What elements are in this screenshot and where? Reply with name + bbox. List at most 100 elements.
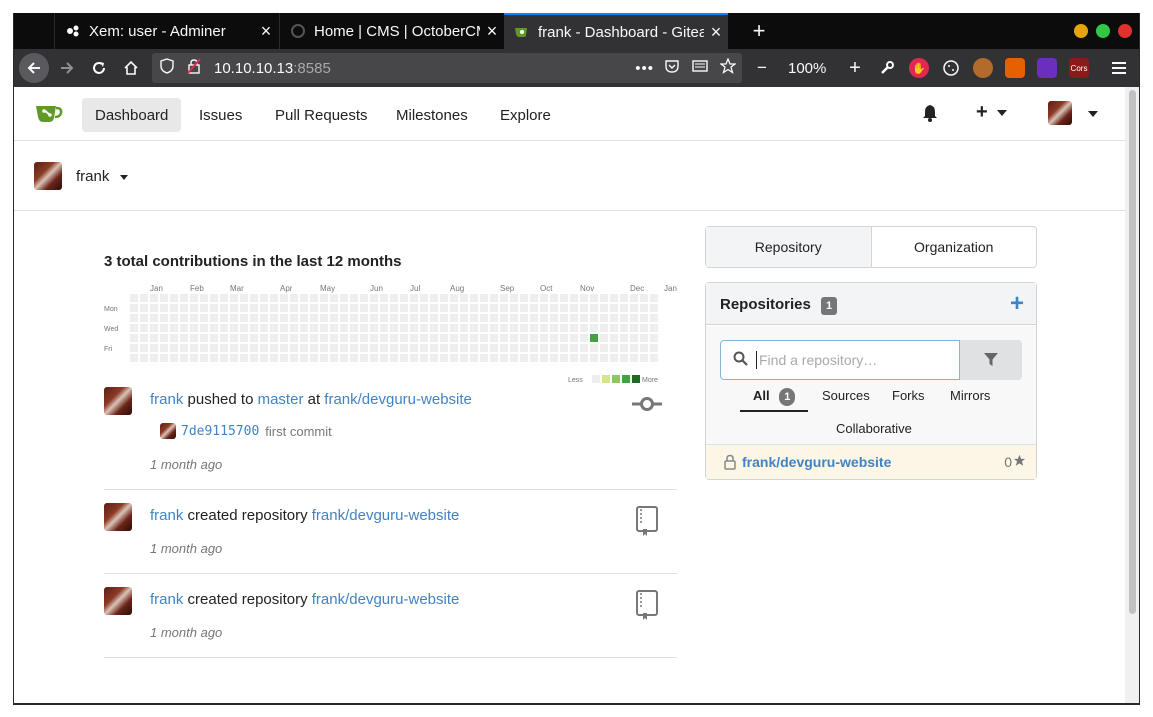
- contribution-cell: [330, 294, 338, 302]
- browser-tab-octobercms[interactable]: Home | CMS | OctoberCMS ×: [279, 13, 504, 49]
- wappalyzer-extension-icon[interactable]: [1037, 58, 1057, 78]
- reader-view-icon[interactable]: [692, 58, 708, 78]
- contribution-cell: [360, 354, 368, 362]
- repo-link[interactable]: frank/devguru-website: [324, 391, 472, 408]
- nav-milestones[interactable]: Milestones: [383, 98, 481, 132]
- zoom-out-button[interactable]: −: [747, 53, 777, 83]
- maximize-button[interactable]: [1096, 24, 1110, 38]
- contribution-cell: [170, 294, 178, 302]
- create-new-button[interactable]: +: [976, 101, 1008, 124]
- contribution-cell: [420, 324, 428, 332]
- foxyproxy-extension-icon[interactable]: [1005, 58, 1025, 78]
- reload-button[interactable]: [84, 53, 114, 83]
- contribution-cell: [240, 324, 248, 332]
- new-tab-button[interactable]: +: [744, 13, 774, 49]
- contribution-cell: [210, 314, 218, 322]
- address-bar[interactable]: 10.10.10.13:8585 •••: [152, 53, 742, 83]
- wrench-icon[interactable]: [872, 53, 902, 83]
- repo-filter-forks[interactable]: Forks: [892, 388, 925, 403]
- contribution-cell: [540, 334, 548, 342]
- contribution-cell: [210, 294, 218, 302]
- contribution-cell: [620, 324, 628, 332]
- contribution-cell: [270, 324, 278, 332]
- contribution-cell: [410, 344, 418, 352]
- nav-dashboard[interactable]: Dashboard: [82, 98, 182, 132]
- home-button[interactable]: [116, 53, 146, 83]
- cookie-editor-extension-icon[interactable]: [973, 58, 993, 78]
- chevron-down-icon[interactable]: [1088, 111, 1098, 117]
- contribution-cell: [480, 314, 488, 322]
- user-avatar-menu[interactable]: [1048, 101, 1072, 125]
- tab-repository[interactable]: Repository: [706, 227, 872, 267]
- context-user-switcher[interactable]: frank: [76, 168, 128, 185]
- pocket-icon[interactable]: [664, 58, 680, 78]
- contribution-cell: [570, 344, 578, 352]
- repo-item-name[interactable]: frank/devguru-website: [742, 454, 891, 470]
- repo-link[interactable]: frank/devguru-website: [312, 507, 460, 524]
- cors-extension-icon[interactable]: Cors: [1069, 58, 1089, 78]
- hamburger-menu-icon[interactable]: [1104, 53, 1134, 83]
- contribution-cell: [590, 314, 598, 322]
- nav-pull-requests[interactable]: Pull Requests: [262, 98, 381, 132]
- commit-sha-link[interactable]: 7de9115700: [181, 424, 259, 439]
- contribution-cell: [150, 344, 158, 352]
- tab-organization[interactable]: Organization: [872, 227, 1037, 267]
- scrollbar-thumb[interactable]: [1129, 90, 1136, 614]
- repo-filter-mirrors[interactable]: Mirrors: [950, 388, 990, 403]
- forward-button[interactable]: [52, 53, 82, 83]
- repo-filter-all[interactable]: All 1: [740, 388, 808, 412]
- contribution-cell: [400, 324, 408, 332]
- close-icon[interactable]: ×: [254, 21, 278, 42]
- window-close-button[interactable]: [1118, 24, 1132, 38]
- close-icon[interactable]: ×: [480, 21, 504, 42]
- repo-filter-sources[interactable]: Sources: [822, 388, 870, 403]
- contribution-cell: [300, 344, 308, 352]
- repo-search-field[interactable]: Find a repository…: [720, 340, 960, 380]
- minimize-button[interactable]: [1074, 24, 1088, 38]
- back-button[interactable]: [19, 53, 49, 83]
- nav-explore[interactable]: Explore: [487, 98, 564, 132]
- contribution-cell: [550, 314, 558, 322]
- contribution-cell: [260, 354, 268, 362]
- ublock-extension-icon[interactable]: ✋: [909, 58, 929, 78]
- page-actions-button[interactable]: •••: [635, 60, 654, 77]
- contribution-cell: [510, 304, 518, 312]
- contribution-cell: [640, 304, 648, 312]
- contribution-cell: [410, 314, 418, 322]
- repo-item-stars: 0: [1004, 454, 1012, 470]
- browser-tab-adminer[interactable]: Xem: user - Adminer ×: [54, 13, 278, 49]
- contribution-cell: [360, 294, 368, 302]
- nav-issues[interactable]: Issues: [186, 98, 255, 132]
- zoom-in-button[interactable]: +: [840, 53, 870, 83]
- actor-link[interactable]: frank: [150, 391, 183, 408]
- browser-tab-gitea[interactable]: frank - Dashboard - Gitea ×: [504, 13, 728, 49]
- url-port: :8585: [293, 59, 331, 77]
- repo-filter-collaborative[interactable]: Collaborative: [836, 421, 912, 436]
- contribution-cell: [470, 344, 478, 352]
- gitea-logo-icon[interactable]: [34, 102, 64, 124]
- window-border-right: [1139, 13, 1140, 705]
- contribution-cell: [160, 314, 168, 322]
- day-label: Fri: [104, 346, 113, 353]
- contribution-cell: [340, 354, 348, 362]
- month-label: Oct: [540, 284, 553, 293]
- actor-link[interactable]: frank: [150, 507, 183, 524]
- repo-link[interactable]: frank/devguru-website: [312, 591, 460, 608]
- contribution-cell: [300, 354, 308, 362]
- cookie-extension-icon[interactable]: [941, 58, 961, 78]
- repo-list-item[interactable]: frank/devguru-website 0: [706, 444, 1036, 479]
- branch-link[interactable]: master: [258, 391, 304, 408]
- notification-bell-icon[interactable]: [922, 104, 938, 127]
- actor-link[interactable]: frank: [150, 591, 183, 608]
- contribution-cell: [280, 304, 288, 312]
- dashboard-switch: Repository Organization: [705, 226, 1037, 268]
- bookmark-star-icon[interactable]: [719, 57, 737, 78]
- filter-button[interactable]: [960, 340, 1022, 380]
- page-scrollbar[interactable]: [1125, 87, 1139, 703]
- insecure-lock-icon[interactable]: [186, 58, 206, 78]
- zoom-level[interactable]: 100%: [788, 53, 826, 83]
- contribution-cell: [140, 344, 148, 352]
- tracking-shield-icon[interactable]: [160, 58, 178, 78]
- close-icon[interactable]: ×: [704, 22, 728, 43]
- add-repository-button[interactable]: +: [1010, 290, 1024, 318]
